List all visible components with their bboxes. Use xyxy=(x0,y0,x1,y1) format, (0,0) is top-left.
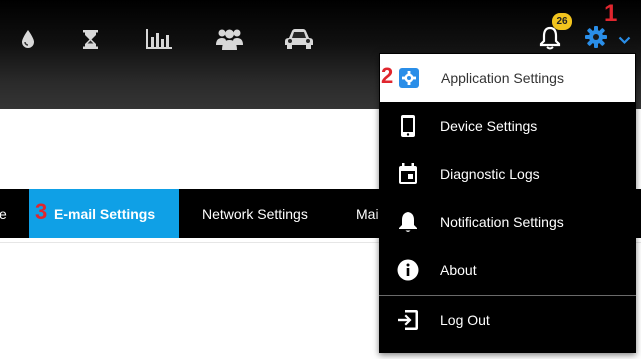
annotation-number-1: 1 xyxy=(604,0,618,27)
bell-icon xyxy=(397,211,419,233)
smartphone-icon xyxy=(397,115,419,137)
menu-item-application-settings[interactable]: Application Settings xyxy=(380,54,635,102)
chevron-down-icon[interactable] xyxy=(618,32,631,45)
annotation-number-2: 2 xyxy=(381,63,394,88)
bar-chart-icon[interactable] xyxy=(145,25,173,53)
hourglass-icon[interactable] xyxy=(81,25,99,53)
menu-item-device-settings[interactable]: Device Settings xyxy=(379,102,636,150)
settings-dropdown-menu: Application Settings Device Settings Dia… xyxy=(379,53,636,353)
exit-icon xyxy=(397,309,419,331)
menu-item-label: Application Settings xyxy=(441,70,564,86)
menu-item-about[interactable]: About xyxy=(379,246,636,294)
menu-item-label: Log Out xyxy=(440,312,490,328)
menu-item-notification-settings[interactable]: Notification Settings xyxy=(379,198,636,246)
app-screen: 26 1 e E-mail Settings Network Settings … xyxy=(0,0,641,359)
group-icon[interactable] xyxy=(215,25,243,53)
info-icon xyxy=(397,259,419,281)
notification-count-badge: 26 xyxy=(552,13,572,30)
car-icon[interactable] xyxy=(284,25,313,53)
gear-icon xyxy=(398,67,420,89)
calendar-icon xyxy=(397,163,419,185)
menu-item-diagnostic-logs[interactable]: Diagnostic Logs xyxy=(379,150,636,198)
menu-item-label: Device Settings xyxy=(440,118,538,134)
water-drop-icon[interactable] xyxy=(19,25,37,53)
menu-item-label: About xyxy=(440,262,477,278)
tab-partial-left[interactable]: e xyxy=(0,189,7,238)
tab-network-settings[interactable]: Network Settings xyxy=(202,189,308,238)
menu-item-log-out[interactable]: Log Out xyxy=(379,296,636,344)
settings-gear-icon[interactable] xyxy=(585,26,607,48)
tab-partial-mai[interactable]: Mai xyxy=(356,189,379,238)
menu-item-label: Notification Settings xyxy=(440,214,564,230)
annotation-number-3: 3 xyxy=(35,199,48,224)
menu-item-label: Diagnostic Logs xyxy=(440,166,540,182)
tab-email-settings[interactable]: E-mail Settings xyxy=(29,189,179,238)
